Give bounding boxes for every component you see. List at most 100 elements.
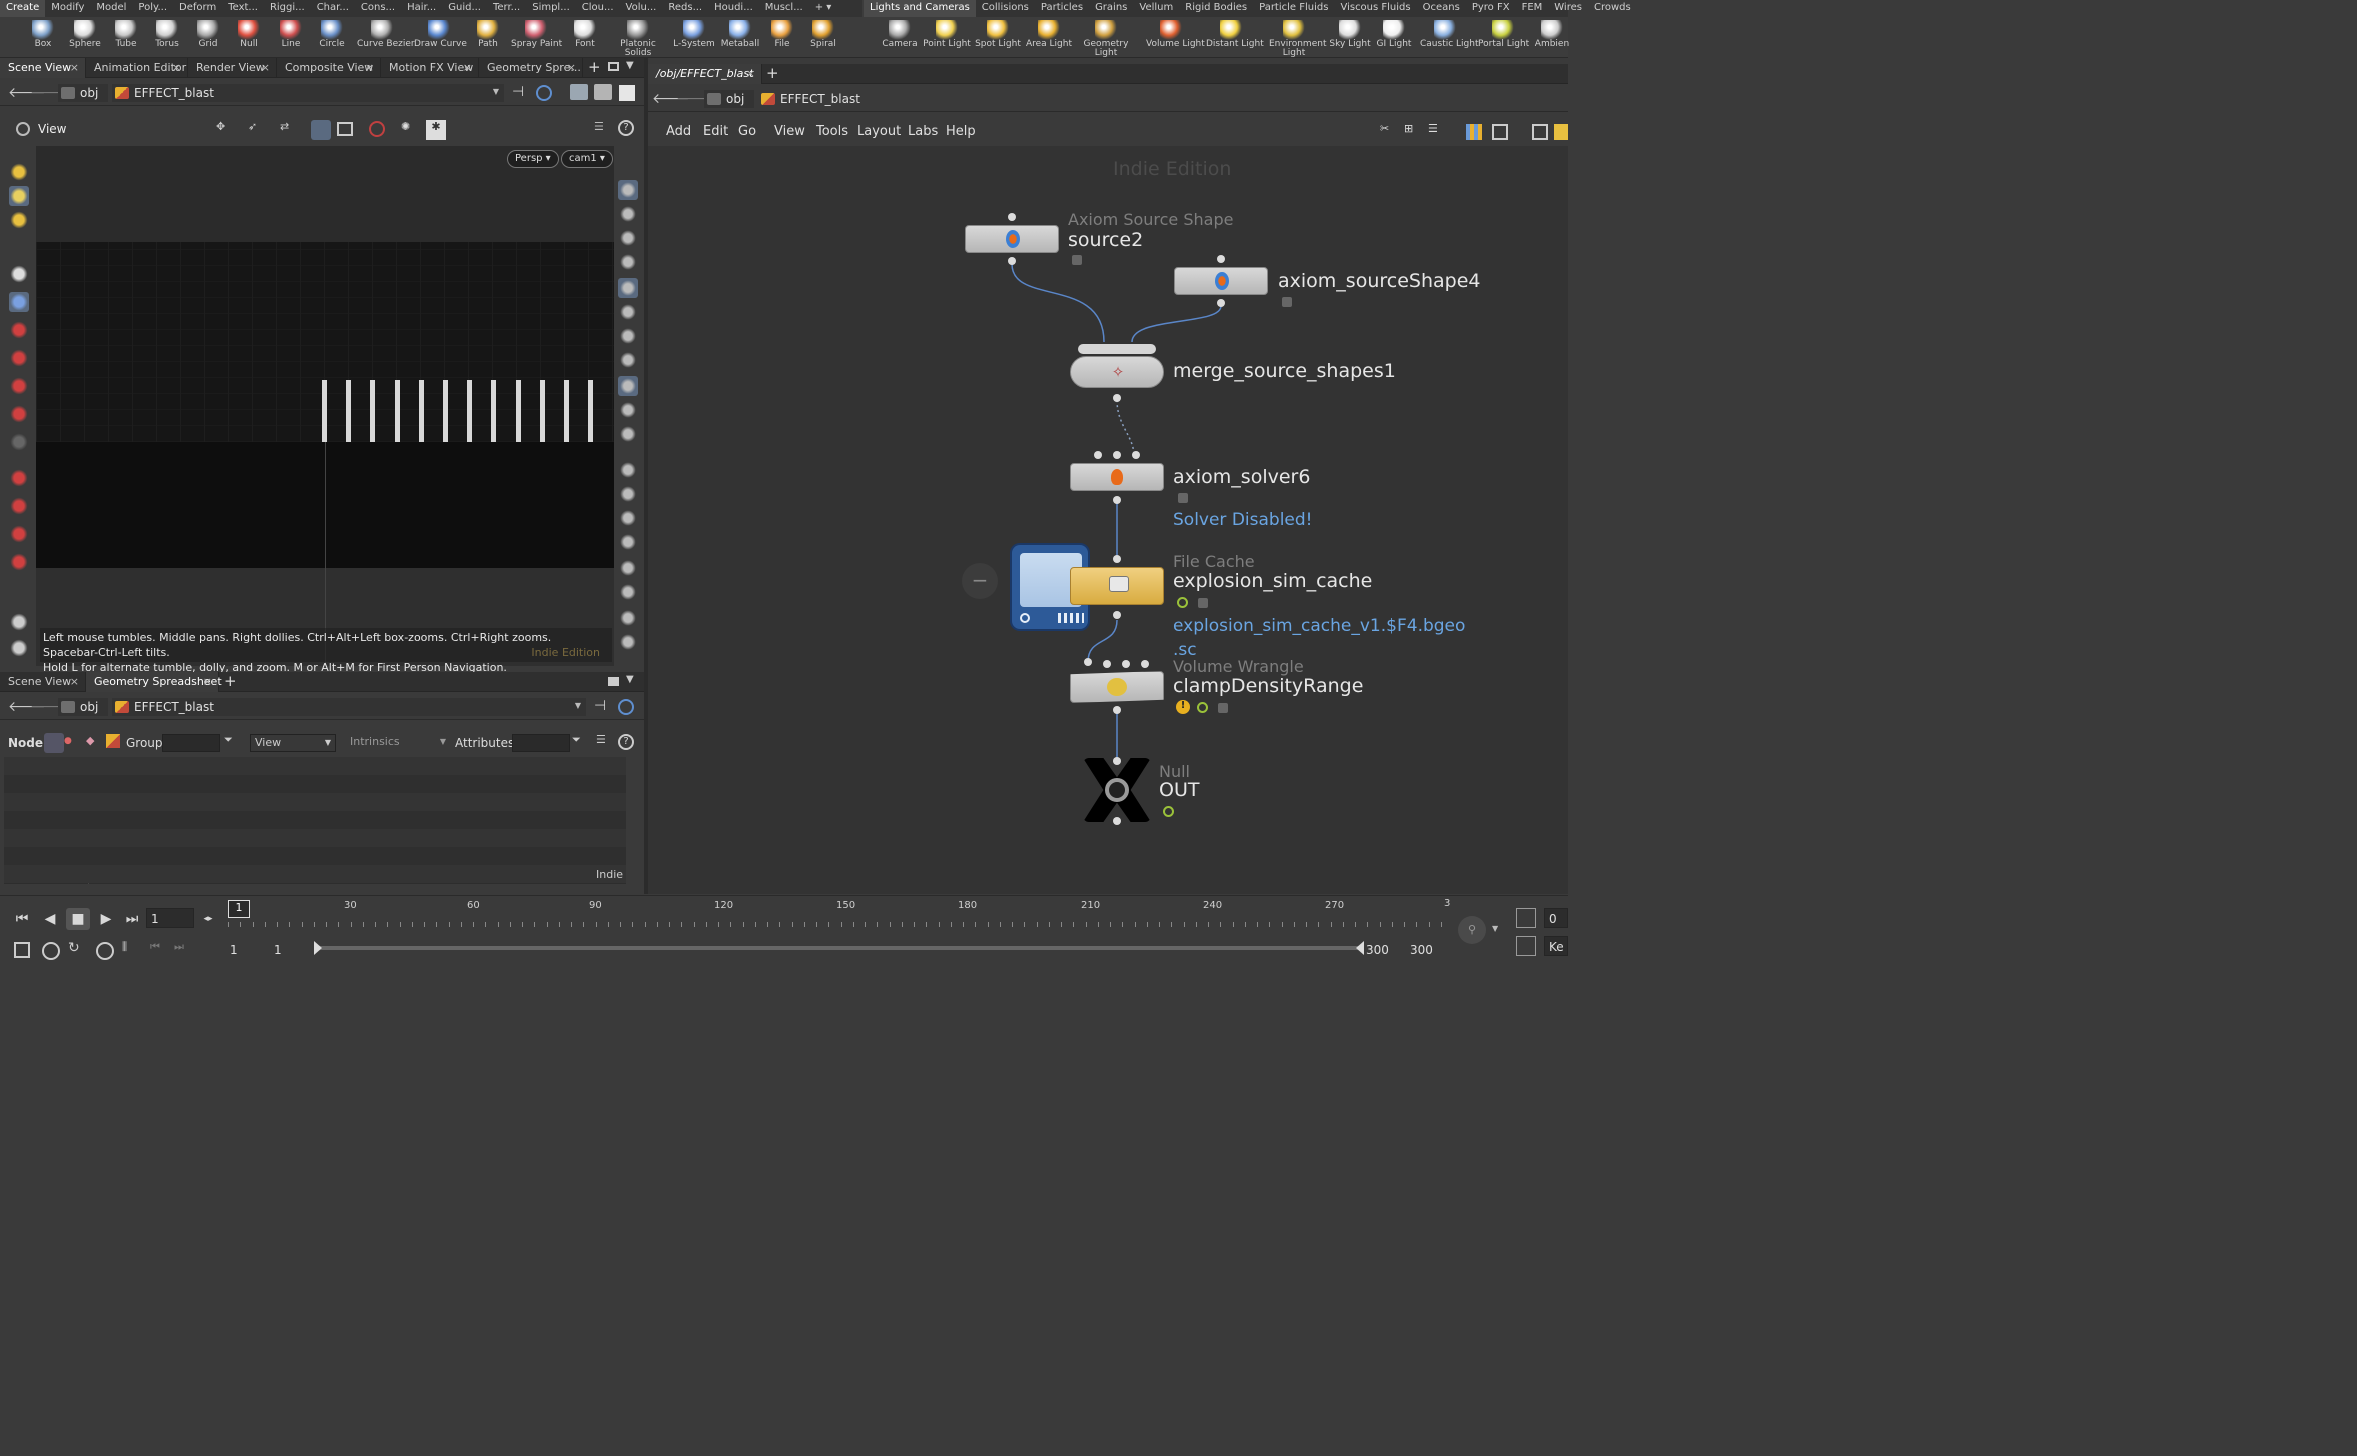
shelf-tab-simpl[interactable]: Simpl... <box>526 0 576 17</box>
tab-geometry-spreadsheet[interactable]: Geometry Spreadsheet × <box>86 672 222 692</box>
output-port[interactable] <box>1113 394 1121 402</box>
tool-gi-light[interactable]: GI Light <box>1369 19 1419 57</box>
warning-icon[interactable]: ! <box>1176 700 1190 714</box>
filter-icon[interactable]: ⏷ <box>572 733 592 753</box>
shelf-tab-text[interactable]: Text... <box>222 0 264 17</box>
shelf-tab-oceans[interactable]: Oceans <box>1417 0 1466 17</box>
graph-icon[interactable] <box>1516 936 1536 956</box>
tool-area-light[interactable]: Area Light <box>1024 19 1074 57</box>
chevron-down-icon[interactable]: ▼ <box>626 674 646 694</box>
jump-end-button[interactable]: ⏭ <box>120 908 144 930</box>
chevron-down-icon[interactable]: ▼ <box>626 60 646 80</box>
lock-icon[interactable] <box>1218 703 1228 713</box>
move-object-icon[interactable] <box>9 186 29 206</box>
menu-tools[interactable]: Tools <box>816 124 848 139</box>
shelf-tab-pyro-fx[interactable]: Pyro FX <box>1466 0 1516 17</box>
view-dropdown[interactable]: View ▼ <box>250 734 336 752</box>
back-arrow-icon[interactable]: 🡐 <box>8 699 46 715</box>
jump-start-button[interactable]: ⏮ <box>10 908 34 930</box>
shelf-tab-wires[interactable]: Wires <box>1548 0 1588 17</box>
background-icon[interactable] <box>619 85 635 101</box>
menu-labs[interactable]: Labs <box>908 124 938 139</box>
tool-circle[interactable]: Circle <box>307 19 357 57</box>
light-bulb-icon[interactable] <box>618 302 638 322</box>
node-body[interactable] <box>1070 671 1164 703</box>
viewer-camera-icon[interactable] <box>618 424 638 444</box>
shelf-tab-lights-and-cameras[interactable]: Lights and Cameras <box>864 0 976 17</box>
range-start-field[interactable]: 1 <box>226 940 268 960</box>
tool-caustic-light[interactable]: Caustic Light <box>1420 19 1479 57</box>
shelf-tab-crowds[interactable]: Crowds <box>1588 0 1637 17</box>
menu-edit[interactable]: Edit <box>703 124 728 139</box>
link-icon[interactable] <box>536 85 552 101</box>
shelf-tab-grains[interactable]: Grains <box>1089 0 1133 17</box>
breadcrumb-obj[interactable]: obj <box>58 84 108 102</box>
breadcrumb-obj[interactable]: obj <box>704 90 754 108</box>
shelf-tab-reds[interactable]: Reds... <box>662 0 708 17</box>
shelf-tab-create[interactable]: Create <box>0 0 46 17</box>
shelf-tab-guid[interactable]: Guid... <box>442 0 487 17</box>
tool-camera[interactable]: Camera <box>875 19 925 57</box>
scale-tool-icon[interactable] <box>9 376 29 396</box>
shelf-tab-collisions[interactable]: Collisions <box>976 0 1035 17</box>
shelf-tab-vellum[interactable]: Vellum <box>1133 0 1179 17</box>
lock-select-icon[interactable] <box>9 292 29 312</box>
chevron-down-icon[interactable]: ▼ <box>1492 924 1498 933</box>
output-port[interactable] <box>1008 257 1016 265</box>
spreadsheet-table[interactable] <box>4 757 626 884</box>
tool-portal-light[interactable]: Portal Light <box>1478 19 1529 57</box>
shelf-tab-riggi[interactable]: Riggi... <box>264 0 311 17</box>
layout-icon[interactable]: ☰ <box>594 120 614 140</box>
bone-tool-icon[interactable] <box>9 432 29 452</box>
tumble-icon[interactable]: ✥ <box>216 120 236 140</box>
tool-l-system[interactable]: L-System <box>669 19 719 57</box>
close-icon[interactable]: × <box>70 675 79 688</box>
merge-input-bar[interactable] <box>1078 344 1156 354</box>
tool-ambien[interactable]: Ambien <box>1527 19 1577 57</box>
intrinsics-dropdown[interactable]: Intrinsics ▼ <box>346 734 450 752</box>
tool-font[interactable]: Font <box>560 19 610 57</box>
tool-environment-light[interactable]: Environment Light <box>1269 19 1326 58</box>
range-slider[interactable] <box>314 941 1364 955</box>
shelf-tab-particles[interactable]: Particles <box>1035 0 1089 17</box>
add-tab-icon[interactable]: + <box>766 64 786 84</box>
prev-key-icon[interactable]: ⏮ <box>150 940 170 960</box>
output-port[interactable] <box>1113 496 1121 504</box>
pose-tool-icon[interactable] <box>9 404 29 424</box>
realtime-toggle-icon[interactable] <box>96 942 114 960</box>
tool-path[interactable]: Path <box>463 19 513 57</box>
light-icon[interactable]: ✺ <box>401 120 421 140</box>
tool-point-light[interactable]: Point Light <box>922 19 972 57</box>
input-port[interactable] <box>1132 451 1140 459</box>
lock-icon[interactable] <box>1282 297 1292 307</box>
transform-tool-icon[interactable] <box>9 320 29 340</box>
close-icon[interactable]: × <box>203 675 212 688</box>
select-arrow-icon[interactable] <box>9 264 29 284</box>
sphere-display-icon[interactable] <box>9 638 29 658</box>
breadcrumb-obj[interactable]: obj <box>58 698 108 716</box>
line-tool-icon[interactable] <box>618 484 638 504</box>
breadcrumb-node[interactable]: EFFECT_blast ▼ <box>112 698 586 716</box>
chevron-down-icon[interactable]: ▼ <box>575 701 581 710</box>
range-end-field[interactable]: 300 <box>1362 940 1404 960</box>
lock-icon[interactable] <box>618 228 638 248</box>
lock-icon[interactable] <box>1178 493 1188 503</box>
light-link-icon[interactable] <box>618 350 638 370</box>
back-arrow-icon[interactable]: 🡐 <box>652 91 690 107</box>
shading-mode-icon[interactable] <box>618 376 638 396</box>
shelf-tab-poly[interactable]: Poly... <box>132 0 173 17</box>
maximize-icon[interactable] <box>608 677 619 686</box>
frame-ruler[interactable]: 1 30 60 90 120 150 180 210 240 270 <box>228 900 1450 934</box>
forward-arrow-icon[interactable]: 🡒 <box>676 91 714 107</box>
pose-icon[interactable] <box>9 162 29 182</box>
chevron-down-icon[interactable]: ▼ <box>493 87 499 96</box>
node-body[interactable] <box>1070 463 1164 491</box>
shelf-tab-terr[interactable]: Terr... <box>487 0 526 17</box>
visibility-icon[interactable] <box>618 252 638 272</box>
close-icon[interactable]: × <box>365 61 374 74</box>
breadcrumb-node[interactable]: EFFECT_blast ▼ <box>112 84 504 102</box>
key-label[interactable]: Ke <box>1544 936 1568 956</box>
node-body[interactable]: ✧ <box>1070 356 1164 388</box>
display-options-icon[interactable] <box>570 84 588 100</box>
current-frame-field[interactable]: 1 <box>146 908 194 928</box>
